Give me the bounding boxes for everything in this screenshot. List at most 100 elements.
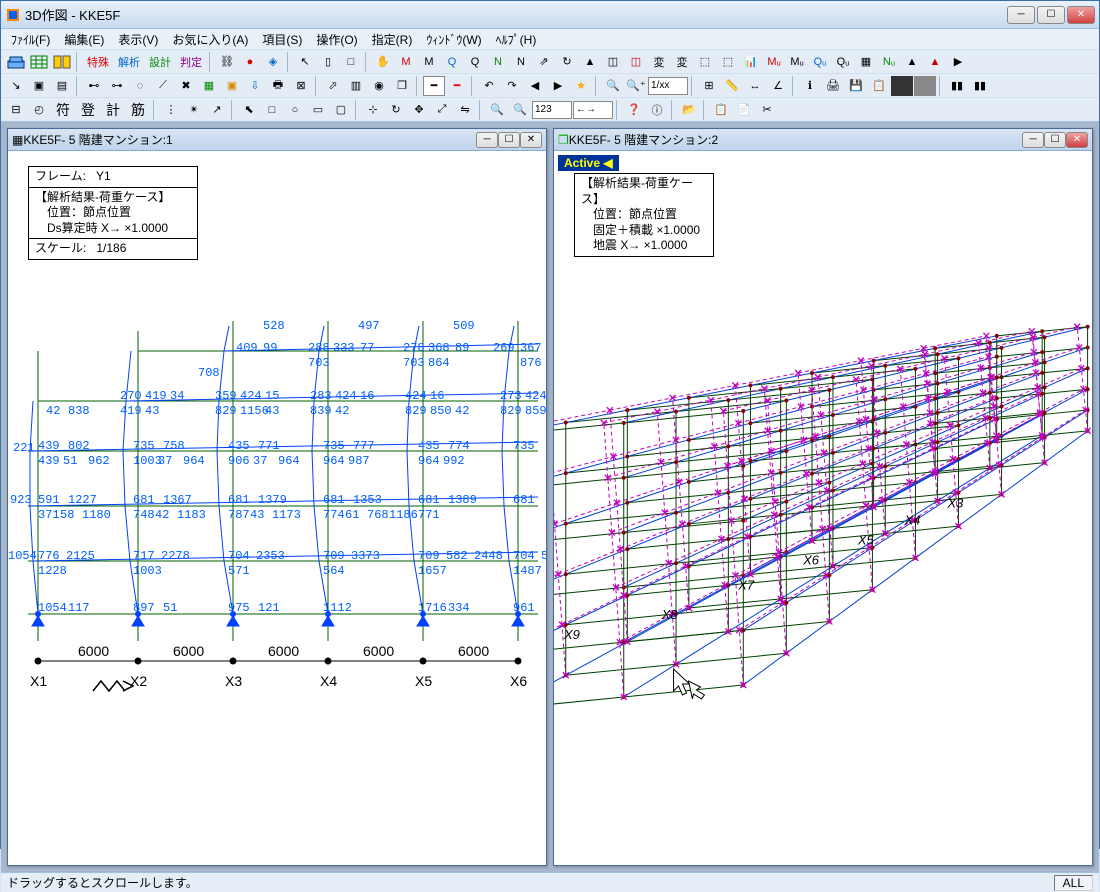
tb-link2-icon[interactable]: ⊶ (106, 76, 128, 96)
tb-box3d-icon[interactable]: ◫ (602, 52, 624, 72)
tb-pick-icon[interactable]: ⬀ (322, 76, 344, 96)
tb-down-icon[interactable]: ⇩ (244, 76, 266, 96)
menu-items[interactable]: 項目(S) (256, 29, 308, 50)
tb-kanji1-icon[interactable]: 符 (51, 100, 75, 120)
tb-boxb-icon[interactable]: ⊠ (290, 76, 312, 96)
tb-slice-icon[interactable]: ✂ (756, 100, 778, 120)
tb-mu2-icon[interactable]: Mᵤ (786, 52, 808, 72)
tb-cursor-icon[interactable]: ↖ (294, 52, 316, 72)
tb-note-icon[interactable]: ▣ (221, 76, 243, 96)
tb-pointer-icon[interactable]: ↘ (5, 76, 27, 96)
mdi-right-titlebar[interactable]: ❐ KKE5F- 5 階建マンション:2 ─ ☐ ✕ (554, 129, 1092, 151)
tb-triangle-icon[interactable]: ▲ (901, 52, 923, 72)
tb-design-icon[interactable]: 設計 (145, 52, 175, 72)
close-button[interactable]: ✕ (1067, 6, 1095, 24)
tb-bars2-icon[interactable]: ▮▮ (969, 76, 991, 96)
tb-boxred-icon[interactable]: ◫ (625, 52, 647, 72)
tb-circ-icon[interactable]: ○ (284, 100, 306, 120)
mdi-right-min[interactable]: ─ (1022, 132, 1044, 148)
menu-help[interactable]: ﾍﾙﾌﾟ(H) (490, 29, 543, 50)
tb-dual-icon[interactable]: ◴ (28, 100, 50, 120)
tb-zoomfit-icon[interactable]: 🔍 (486, 100, 508, 120)
tb-layers-icon[interactable]: ▤ (51, 76, 73, 96)
tb-circle-red-icon[interactable]: ● (239, 52, 261, 72)
tb-analysis-icon[interactable]: 解析 (114, 52, 144, 72)
tb-up-icon[interactable]: ▲ (579, 52, 601, 72)
tb-bars1-icon[interactable]: ▮▮ (946, 76, 968, 96)
tb-ruler-icon[interactable]: 📏 (721, 76, 743, 96)
tb-info-icon[interactable]: ℹ (799, 76, 821, 96)
tb-chain-icon[interactable]: ⛓ (216, 52, 238, 72)
maximize-button[interactable]: ☐ (1037, 6, 1065, 24)
tb-redo-icon[interactable]: ↷ (501, 76, 523, 96)
tb-star-icon[interactable]: ★ (570, 76, 592, 96)
tb-chart-icon[interactable]: 📊 (740, 52, 762, 72)
tb-scale-icon[interactable]: ⤢ (431, 100, 453, 120)
tb-sq2-icon[interactable]: ▭ (307, 100, 329, 120)
tb-sq3-icon[interactable]: ▢ (330, 100, 352, 120)
tb-sq1-icon[interactable]: □ (261, 100, 283, 120)
tb-color1-icon[interactable]: ━ (423, 76, 445, 96)
mdi-right-body[interactable]: Active ◀ 【解析結果-荷重ケース】 位置：節点位置 固定＋積載 ×1.0… (554, 151, 1092, 865)
tb-zoomwin-icon[interactable]: 🔍 (509, 100, 531, 120)
tb-save-icon[interactable]: 💾 (845, 76, 867, 96)
menu-view[interactable]: 表示(V) (112, 29, 164, 50)
tb-node-icon[interactable]: ◌ (129, 76, 151, 96)
tb-angle-icon[interactable]: ∠ (767, 76, 789, 96)
tb-about-icon[interactable]: ⓘ (646, 100, 668, 120)
tb-zoom-icon[interactable]: 🔍 (602, 76, 624, 96)
mdi-left-min[interactable]: ─ (476, 132, 498, 148)
tb-triangle2-icon[interactable]: ▲ (924, 52, 946, 72)
menu-specify[interactable]: 指定(R) (366, 29, 419, 50)
tb-link1-icon[interactable]: ⊷ (83, 76, 105, 96)
tb-qx-icon[interactable]: Q (464, 52, 486, 72)
tb-grid-icon[interactable] (28, 52, 50, 72)
tb-help-icon[interactable]: ❓ (623, 100, 645, 120)
tb-print-icon[interactable]: 🖨 (822, 76, 844, 96)
mdi-right-close[interactable]: ✕ (1066, 132, 1088, 148)
tb-page-icon[interactable]: ▯ (317, 52, 339, 72)
tb-open-icon[interactable]: 📂 (678, 100, 700, 120)
tb-panel-icon[interactable] (51, 52, 73, 72)
tb-special-icon[interactable]: 特殊 (83, 52, 113, 72)
tb-left-icon[interactable]: ◀ (524, 76, 546, 96)
tb-numbers-icon[interactable]: ▦ (855, 52, 877, 72)
menu-ops[interactable]: 操作(O) (310, 29, 363, 50)
tb-kanji3-icon[interactable]: 計 (101, 100, 125, 120)
tb-disp-icon[interactable]: ⇗ (533, 52, 555, 72)
tb-n-icon[interactable]: N (487, 52, 509, 72)
mdi-right-max[interactable]: ☐ (1044, 132, 1066, 148)
tb-measure-icon[interactable]: ↔ (744, 76, 766, 96)
tb-move-icon[interactable]: ✥ (408, 100, 430, 120)
tb-hand-icon[interactable]: ✋ (372, 52, 394, 72)
tb-mirror-icon[interactable]: ⇋ (454, 100, 476, 120)
mdi-left-max[interactable]: ☐ (498, 132, 520, 148)
tb-copy2-icon[interactable]: 📋 (868, 76, 890, 96)
tb-kanji2-icon[interactable]: 登 (76, 100, 100, 120)
tb-mu-icon[interactable]: Mᵤ (763, 52, 785, 72)
tb-ball-icon[interactable]: ◉ (368, 76, 390, 96)
tb-nx-icon[interactable]: N (510, 52, 532, 72)
tb-gray-icon[interactable] (914, 76, 936, 96)
tb-q-icon[interactable]: Q (441, 52, 463, 72)
menu-file[interactable]: ﾌｧｲﾙ(F) (5, 29, 56, 50)
tb-print2-icon[interactable]: 🖶 (267, 76, 289, 96)
tb-color2-icon[interactable]: ━ (446, 76, 468, 96)
tb-qu-icon[interactable]: Qᵤ (809, 52, 831, 72)
tb-member-icon[interactable]: ⟋ (152, 76, 174, 96)
minimize-button[interactable]: ─ (1007, 6, 1035, 24)
tb-num-text[interactable]: 123 (532, 101, 572, 119)
tb-diag2-icon[interactable]: ⬚ (717, 52, 739, 72)
tb-diamond-icon[interactable]: ◈ (262, 52, 284, 72)
tb-diag-icon[interactable]: ⬚ (694, 52, 716, 72)
tb-nu-icon[interactable]: Nᵤ (878, 52, 900, 72)
tb-zoom-text[interactable]: 1/xx (648, 77, 688, 95)
tb-cube-icon[interactable]: ❐ (391, 76, 413, 96)
tb-hen-icon[interactable]: 変 (648, 52, 670, 72)
mdi-left-close[interactable]: ✕ (520, 132, 542, 148)
tb-zoomplus-icon[interactable]: 🔍⁺ (625, 76, 647, 96)
menu-window[interactable]: ｳｨﾝﾄﾞｳ(W) (420, 29, 487, 50)
tb-dots-icon[interactable]: ⋮ (160, 100, 182, 120)
tb-undo-icon[interactable]: ↶ (478, 76, 500, 96)
tb-henx-icon[interactable]: 変 (671, 52, 693, 72)
